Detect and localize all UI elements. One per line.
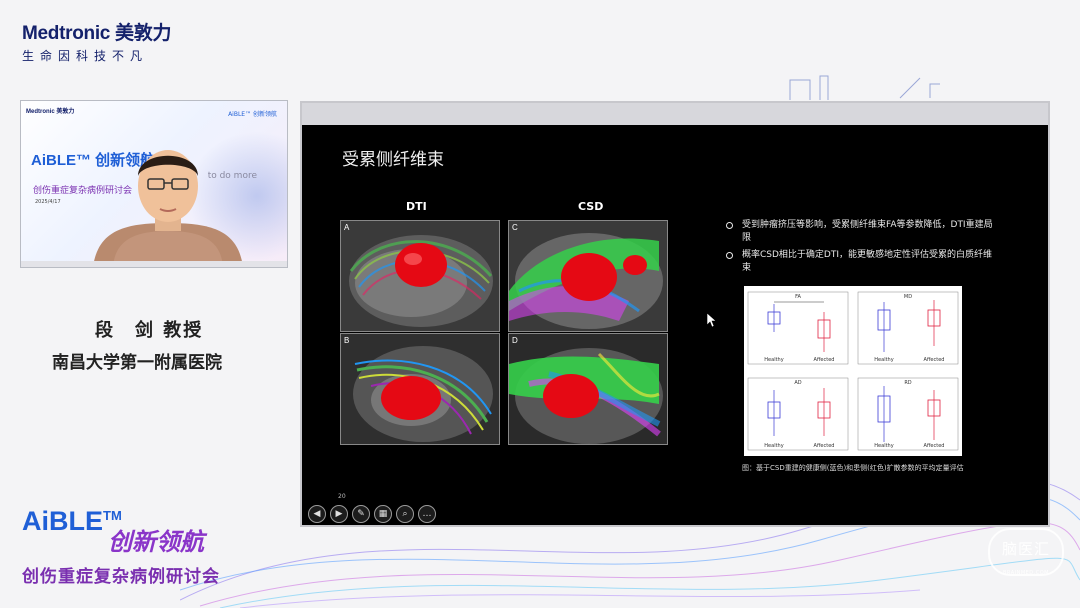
share-toolbar xyxy=(302,103,1048,125)
plot-group-healthy: Healthy xyxy=(764,357,783,363)
next-slide-button[interactable]: ▶ xyxy=(330,505,348,523)
plot-title-ad: AD xyxy=(794,380,801,386)
plot-group-healthy: Healthy xyxy=(874,357,893,363)
mri-image-a xyxy=(341,221,499,331)
plot-title-fa: FA xyxy=(795,294,801,300)
slide-bullet-text: 受到肿瘤挤压等影响，受累侧纤维束FA等参数降低，DTI重建局限 xyxy=(742,220,993,243)
panel-label-b: B xyxy=(344,336,350,345)
watermark-subtext: BRAINMED.COM xyxy=(1003,570,1049,576)
brainmed-watermark: 脑医汇 BRAINMED.COM xyxy=(988,528,1064,576)
brand-tagline: 生命因科技不凡 xyxy=(22,49,149,63)
plot-group-affected: Affected xyxy=(924,357,945,363)
prev-slide-button[interactable]: ◀ xyxy=(308,505,326,523)
plot-group-affected: Affected xyxy=(924,443,945,449)
plot-group-healthy: Healthy xyxy=(874,443,893,449)
mri-image-b xyxy=(341,334,499,444)
more-options-button[interactable]: … xyxy=(418,505,436,523)
panel-label-c: C xyxy=(512,223,518,232)
bullet-dot xyxy=(726,222,733,229)
event-logo-tm: TM xyxy=(103,508,122,523)
video-status-bar xyxy=(21,261,287,267)
plot-title-md: MD xyxy=(904,294,912,300)
mri-panel-c: C xyxy=(508,220,668,332)
watermark-text: 脑医汇 xyxy=(1001,540,1050,558)
decorative-doodle xyxy=(789,75,940,100)
speaker-name: 段 剑 教授 xyxy=(95,320,204,341)
column-label-csd: CSD xyxy=(578,200,604,213)
mri-image-d xyxy=(509,334,667,444)
figure-caption: 图：基于CSD重建的健康侧(蓝色)和患侧(红色)扩散参数的平均定量评估 xyxy=(742,464,964,472)
video-brand: Medtronic 美敦力 xyxy=(26,109,75,115)
slide-title: 受累侧纤维束 xyxy=(342,150,444,170)
shared-screen[interactable]: 受累侧纤维束 DTI CSD A B C D 受到肿瘤挤压等影响，受累侧纤维束F… xyxy=(300,101,1050,527)
event-slogan: 创新领航 xyxy=(108,528,204,556)
plot-title-rd: RD xyxy=(904,380,911,386)
mri-panel-b: B xyxy=(340,333,500,445)
boxplot-graphic: FA Healthy Affected MD Healthy Affected xyxy=(747,291,959,451)
slide-page-number: 20 xyxy=(338,493,346,500)
plot-group-affected: Affected xyxy=(814,443,835,449)
mri-panel-d: D xyxy=(508,333,668,445)
video-event-badge: AiBLE™ 创新领航 xyxy=(228,111,277,118)
panel-label-d: D xyxy=(512,336,518,345)
bullet-dot xyxy=(726,252,733,259)
column-label-dti: DTI xyxy=(406,200,427,213)
slide-bullet-2: 概率CSD相比于确定DTI，能更敏感地定性评估受累的白质纤维束 xyxy=(726,249,996,275)
slide-bullet-text: 概率CSD相比于确定DTI，能更敏感地定性评估受累的白质纤维束 xyxy=(742,250,993,273)
speaker-affiliation: 南昌大学第一附属医院 xyxy=(52,353,222,373)
plot-group-healthy: Healthy xyxy=(764,443,783,449)
event-logo: AiBLETM xyxy=(22,506,122,537)
zoom-button[interactable]: ⌕ xyxy=(396,505,414,523)
slide-bullets: 受到肿瘤挤压等影响，受累侧纤维束FA等参数降低，DTI重建局限 概率CSD相比于… xyxy=(726,219,996,279)
mri-image-c xyxy=(509,221,667,331)
pen-tool-button[interactable]: ✎ xyxy=(352,505,370,523)
event-conference-title: 创伤重症复杂病例研讨会 xyxy=(22,567,220,587)
brand-name: Medtronic 美敦力 xyxy=(22,23,172,44)
event-logo-text: AiBLE xyxy=(22,506,103,536)
mri-panel-a: A xyxy=(340,220,500,332)
plot-group-affected: Affected xyxy=(814,357,835,363)
video-date: 2025/4/17 xyxy=(35,199,61,205)
slide-bullet-1: 受到肿瘤挤压等影响，受累侧纤维束FA等参数降低，DTI重建局限 xyxy=(726,219,996,245)
speaker-avatar xyxy=(93,150,243,267)
speaker-video[interactable]: Medtronic 美敦力 AiBLE™ 创新领航 AiBLE™ 创新领航 创伤… xyxy=(20,100,288,268)
slide-grid-button[interactable]: ▦ xyxy=(374,505,392,523)
medtronic-logo: Medtronic 美敦力 生命因科技不凡 xyxy=(22,18,171,64)
boxplot-figure: FA Healthy Affected MD Healthy Affected xyxy=(744,286,962,456)
mouse-cursor-icon xyxy=(707,313,717,327)
panel-label-a: A xyxy=(344,223,350,232)
